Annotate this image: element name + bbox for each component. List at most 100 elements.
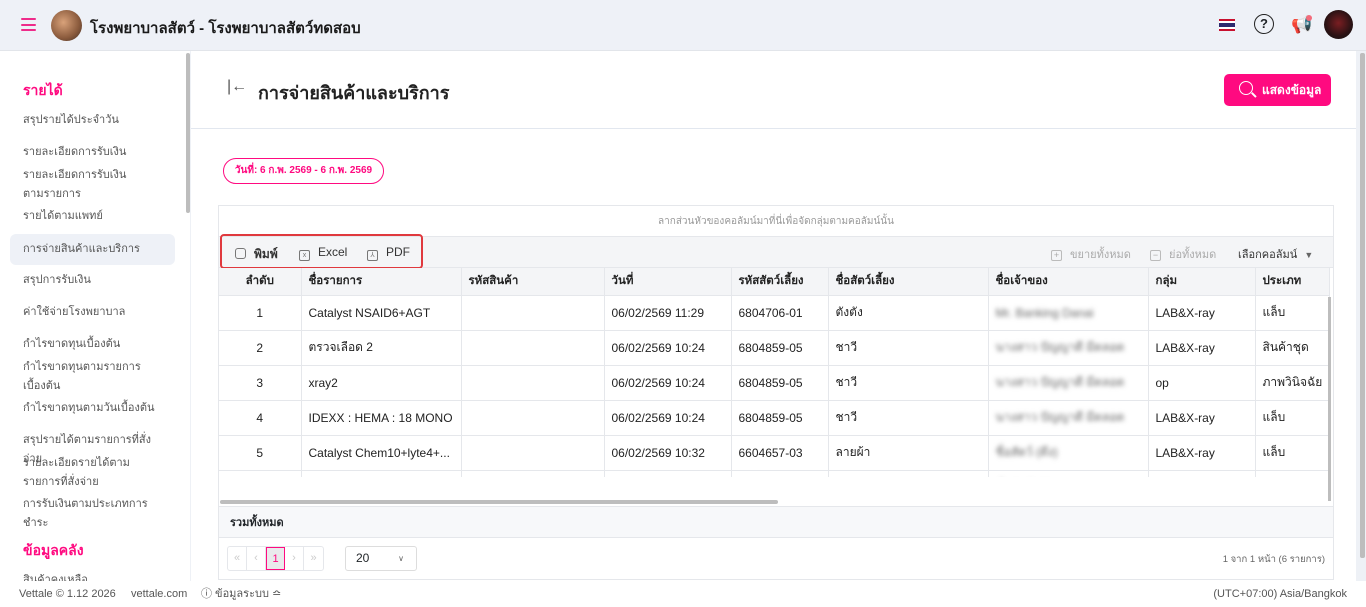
excel-button[interactable]: x Excel [299, 245, 347, 261]
page-info: 1 จาก 1 หน้า (6 รายการ) [1222, 554, 1325, 565]
site-link[interactable]: vettale.com [131, 581, 187, 607]
table-cell: 06/02/2569 11:29 [604, 295, 732, 331]
column-header[interactable]: ชื่อรายการ [301, 268, 462, 296]
table-cell: ลายผ้า [828, 470, 989, 477]
table-cell: ภาพวินิจฉัย [1255, 365, 1330, 401]
owner-name-redacted: Mr. Banking Danai [995, 305, 1094, 320]
sidebar-item[interactable]: รายละเอียดการรับเงิน [10, 143, 175, 162]
column-header[interactable]: ประเภท [1255, 268, 1330, 296]
sidebar-item[interactable]: กำไรขาดทุนเบื้องต้น [10, 335, 175, 354]
table-cell: 2 [219, 330, 302, 366]
table-cell: 06/02/2569 10:24 [604, 365, 732, 401]
main-panel: |← การจ่ายสินค้าและบริการ แสดงข้อมูล วัน… [191, 51, 1356, 581]
table-row[interactable]: 6test3 06/02/2569 10:406604657-03ลายผ้าชื… [219, 470, 1330, 477]
footer: Vettale © 1.12 2026 vettale.com ⓘ ข้อมูล… [0, 581, 1366, 607]
pdf-button[interactable]: ⅄ PDF [367, 245, 410, 261]
sidebar-section-income: รายได้ [23, 82, 63, 98]
column-header[interactable]: ชื่อเจ้าของ [988, 268, 1149, 296]
sidebar-item[interactable]: สรุปการรับเงิน [10, 271, 175, 290]
sidebar: รายได้ สรุปรายได้ประจำวัน รายละเอียดการร… [0, 51, 190, 581]
help-icon[interactable]: ? [1254, 14, 1274, 34]
horizontal-scrollbar[interactable] [220, 500, 778, 504]
table-cell: ชาวี [828, 365, 989, 401]
table-cell: LAB&X-ray [1148, 400, 1256, 436]
sidebar-item-active[interactable]: การจ่ายสินค้าและบริการ [10, 234, 175, 265]
sidebar-item[interactable]: กำไรขาดทุนตามรายการเบื้องต้น [10, 358, 170, 396]
table-cell: 06/02/2569 10:32 [604, 435, 732, 471]
collapse-all-button[interactable]: − ย่อทั้งหมด [1150, 245, 1216, 263]
notification-dot [1306, 15, 1312, 21]
table-cell: สินค้าชุด [1255, 330, 1330, 366]
show-data-label: แสดงข้อมูล [1262, 83, 1322, 97]
table-cell: 4 [219, 400, 302, 436]
table-cell: IDEXX : HEMA : 18 MONO [301, 400, 462, 436]
sidebar-item[interactable]: รายละเอียดการรับเงินตามรายการ [10, 166, 150, 204]
back-icon[interactable]: |← [227, 78, 247, 96]
sidebar-item[interactable]: กำไรขาดทุนตามวันเบื้องต้น [10, 399, 175, 418]
expand-all-label: ขยายทั้งหมด [1070, 249, 1131, 261]
menu-icon[interactable] [21, 18, 36, 31]
table-cell: 6604657-03 [731, 435, 829, 471]
system-info-button[interactable]: ⓘ ข้อมูลระบบ ≏ [201, 581, 281, 607]
expand-icon: + [1051, 250, 1062, 261]
column-header[interactable]: ลำดับ [219, 268, 302, 296]
table-cell: 1 [219, 295, 302, 331]
owner-name-redacted: นางสาว ปัญญาดี มีตลอด [995, 375, 1125, 389]
table-cell: 3 [219, 365, 302, 401]
show-data-button[interactable]: แสดงข้อมูล [1224, 74, 1331, 106]
column-header[interactable]: รหัสสินค้า [461, 268, 605, 296]
vertical-scrollbar[interactable] [1328, 297, 1331, 501]
expand-all-button[interactable]: + ขยายทั้งหมด [1051, 245, 1131, 263]
table-row[interactable]: 5 Catalyst Chem10+lyte4+... 06/02/2569 10:… [219, 435, 1330, 471]
table-cell: LAB&X-ray [1148, 295, 1256, 331]
main-scrollbar[interactable] [1360, 53, 1365, 558]
table-cell: test3 [301, 470, 462, 477]
sidebar-scrollbar[interactable] [186, 53, 190, 213]
table-cell: Mr. Banking Danai [988, 295, 1149, 331]
table-row[interactable]: 1 Catalyst NSAID6+AGT 06/02/2569 11:29 6804… [219, 295, 1330, 331]
table-row[interactable]: 3 xray2 06/02/2569 10:24 6804859-05 ชาวี นางส… [219, 365, 1330, 401]
column-header[interactable]: ชื่อสัตว์เลี้ยง [828, 268, 989, 296]
pdf-label: PDF [386, 245, 410, 259]
sidebar-item[interactable]: การรับเงินตามประเภทการชำระ [10, 495, 175, 533]
table-cell [461, 330, 605, 366]
user-avatar[interactable] [1324, 10, 1353, 39]
table-cell: นางสาว ปัญญาดี มีตลอด [988, 400, 1149, 436]
print-button[interactable]: พิมพ์ [235, 245, 278, 264]
collapse-icon: − [1150, 250, 1161, 261]
thai-flag-icon[interactable] [1219, 19, 1235, 31]
table-cell [461, 470, 605, 477]
table-cell: 6804706-01 [731, 295, 829, 331]
owner-name-redacted: ชื่อสัตว์ (ตึง) [995, 445, 1058, 459]
version-text: Vettale © 1.12 2026 [19, 588, 116, 600]
table-cell [461, 435, 605, 471]
table-cell: 6804859-05 [731, 365, 829, 401]
sidebar-item[interactable]: สินค้าคงเหลือ [10, 571, 175, 581]
table-row[interactable]: 2 ตรวจเลือด 2 06/02/2569 10:24 6804859-05 ชา… [219, 330, 1330, 366]
column-header[interactable]: รหัสสัตว์เลี้ยง [731, 268, 829, 296]
column-header[interactable]: วันที่ [604, 268, 732, 296]
date-range-chip[interactable]: วันที่: 6 ก.พ. 2569 - 6 ก.พ. 2569 [223, 158, 384, 184]
sidebar-item[interactable]: รายได้ตามแพทย์ [10, 207, 175, 226]
table-cell: 6 [219, 470, 302, 477]
first-page-button[interactable]: « [228, 547, 247, 570]
next-page-button[interactable]: › [285, 547, 304, 570]
page-1-button[interactable]: 1 [266, 547, 285, 570]
totals-row: รวมทั้งหมด [219, 506, 1333, 538]
table-cell: LAB&X-ray [1148, 330, 1256, 366]
top-bar: โรงพยาบาลสัตว์ - โรงพยาบาลสัตว์ทดสอบ ? 📢 [0, 0, 1366, 51]
column-header[interactable]: กลุ่ม [1148, 268, 1256, 296]
table-cell: xray2 [301, 365, 462, 401]
table-cell: 6804859-05 [731, 330, 829, 366]
table-row[interactable]: 4 IDEXX : HEMA : 18 MONO 06/02/2569 10:24 6… [219, 400, 1330, 436]
column-chooser-button[interactable]: เลือกคอลัมน์ ▼ [1238, 245, 1313, 263]
page-size-select[interactable]: 20 ∨ [345, 546, 417, 571]
sidebar-item[interactable]: สรุปรายได้ประจำวัน [10, 111, 175, 130]
sidebar-item[interactable]: รายละเอียดรายได้ตามรายการที่สั่งจ่าย [10, 454, 165, 492]
table-cell [461, 400, 605, 436]
group-panel[interactable]: ลากส่วนหัวของคอลัมน์มาที่นี่เพื่อจัดกลุ่… [219, 206, 1333, 237]
prev-page-button[interactable]: ‹ [247, 547, 266, 570]
pager: « ‹ 1 › » [227, 546, 324, 571]
last-page-button[interactable]: » [304, 547, 323, 570]
sidebar-item[interactable]: ค่าใช้จ่ายโรงพยาบาล [10, 303, 175, 322]
